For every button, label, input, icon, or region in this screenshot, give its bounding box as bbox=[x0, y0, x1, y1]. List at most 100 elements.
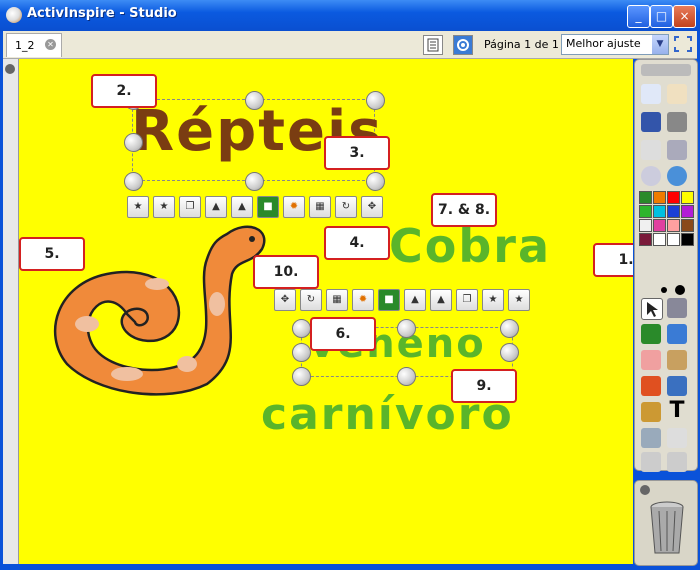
color-swatch[interactable] bbox=[667, 219, 680, 232]
undo-icon[interactable] bbox=[641, 452, 661, 472]
redo-icon[interactable] bbox=[667, 452, 687, 472]
resize-handle[interactable] bbox=[124, 172, 143, 191]
duplicate-button[interactable]: ❐ bbox=[456, 289, 478, 311]
resize-handle[interactable] bbox=[397, 367, 416, 386]
callout-2: 2. bbox=[91, 74, 157, 108]
move-icon[interactable]: ✥ bbox=[361, 196, 383, 218]
connector-icon[interactable] bbox=[667, 376, 687, 396]
color-swatch[interactable] bbox=[667, 233, 680, 246]
pen-size-selector[interactable] bbox=[640, 282, 692, 296]
resize-handle[interactable] bbox=[245, 172, 264, 191]
resize-handle[interactable] bbox=[292, 319, 311, 338]
panel-toggle-icon[interactable] bbox=[5, 64, 15, 74]
send-back-button[interactable]: ▲ bbox=[430, 289, 452, 311]
color-swatch[interactable] bbox=[653, 233, 666, 246]
web-icon[interactable] bbox=[667, 166, 687, 186]
resize-handle[interactable] bbox=[292, 343, 311, 362]
color-palette bbox=[639, 191, 695, 247]
zoom-select[interactable]: Melhor ajuste ▼ bbox=[561, 34, 669, 55]
resize-handle[interactable] bbox=[500, 319, 519, 338]
clapper-icon[interactable] bbox=[641, 402, 661, 422]
main-toolbox: T bbox=[634, 59, 698, 472]
flipchart-view-icon[interactable] bbox=[453, 35, 473, 55]
app-logo-icon bbox=[6, 7, 22, 23]
clear-icon[interactable] bbox=[641, 428, 661, 448]
shape-icon[interactable] bbox=[641, 376, 661, 396]
color-swatch[interactable] bbox=[639, 205, 652, 218]
tab-close-icon[interactable]: ✕ bbox=[45, 39, 56, 50]
color-swatch[interactable] bbox=[653, 205, 666, 218]
duplicate-button[interactable]: ❐ bbox=[179, 196, 201, 218]
star-dropdown-button[interactable]: ★ bbox=[508, 289, 530, 311]
pen-icon[interactable] bbox=[641, 324, 661, 344]
fill-icon[interactable] bbox=[667, 350, 687, 370]
gear-icon[interactable]: ✹ bbox=[283, 196, 305, 218]
bring-front-button[interactable]: ▲ bbox=[231, 196, 253, 218]
trash-panel bbox=[634, 480, 698, 566]
flipchart-canvas[interactable]: Répteis ★ ★ ❐ ▲ ▲ ■ ✹ ▦ ↻ ✥ Cobra ✥ ↻ ▦ … bbox=[19, 59, 633, 564]
left-side-panel[interactable] bbox=[3, 59, 19, 564]
resize-handle[interactable] bbox=[397, 319, 416, 338]
highlighter-icon[interactable] bbox=[667, 324, 687, 344]
object-edit-toolbar-2: ✥ ↻ ▦ ✹ ■ ▲ ▲ ❐ ★ ★ bbox=[274, 289, 544, 313]
callout-4: 4. bbox=[324, 226, 390, 260]
rotate-button[interactable]: ↻ bbox=[300, 289, 322, 311]
star-button[interactable]: ★ bbox=[153, 196, 175, 218]
browsers-icon[interactable] bbox=[667, 84, 687, 104]
color-swatch[interactable] bbox=[639, 191, 652, 204]
minimize-button[interactable]: _ bbox=[627, 5, 650, 28]
tools-icon[interactable] bbox=[667, 112, 687, 132]
object-edit-toolbar-1: ★ ★ ❐ ▲ ▲ ■ ✹ ▦ ↻ ✥ bbox=[127, 196, 389, 220]
color-swatch[interactable] bbox=[681, 233, 694, 246]
bring-front-button[interactable]: ▲ bbox=[404, 289, 426, 311]
rotate-button[interactable]: ↻ bbox=[335, 196, 357, 218]
grid-button[interactable]: ▦ bbox=[326, 289, 348, 311]
send-back-button[interactable]: ▲ bbox=[205, 196, 227, 218]
color-swatch[interactable] bbox=[681, 205, 694, 218]
callout-6: 6. bbox=[310, 317, 376, 351]
color-swatch[interactable] bbox=[667, 205, 680, 218]
star-button[interactable]: ★ bbox=[482, 289, 504, 311]
resize-handle[interactable] bbox=[245, 91, 264, 110]
layer-button[interactable]: ■ bbox=[257, 196, 279, 218]
gear-icon[interactable]: ✹ bbox=[352, 289, 374, 311]
eraser-icon[interactable] bbox=[641, 350, 661, 370]
move-icon[interactable]: ✥ bbox=[274, 289, 296, 311]
color-swatch[interactable] bbox=[653, 219, 666, 232]
resize-handle[interactable] bbox=[500, 343, 519, 362]
resize-handle[interactable] bbox=[292, 367, 311, 386]
star-dropdown-button[interactable]: ★ bbox=[127, 196, 149, 218]
color-swatch[interactable] bbox=[667, 191, 680, 204]
toolbox-header[interactable] bbox=[641, 64, 691, 76]
color-swatch[interactable] bbox=[639, 219, 652, 232]
color-swatch[interactable] bbox=[653, 191, 666, 204]
page-browser-icon[interactable] bbox=[423, 35, 443, 55]
callout-10: 10. bbox=[253, 255, 319, 289]
grid-button[interactable]: ▦ bbox=[309, 196, 331, 218]
tab-page[interactable]: 1_2 ✕ bbox=[6, 33, 62, 57]
tools-wrench-icon[interactable] bbox=[667, 298, 687, 318]
chevron-down-icon[interactable]: ▼ bbox=[652, 35, 668, 54]
resize-handle[interactable] bbox=[124, 133, 143, 152]
resize-handle[interactable] bbox=[366, 91, 385, 110]
resize-handle[interactable] bbox=[366, 172, 385, 191]
text-tool-icon[interactable]: T bbox=[667, 400, 687, 422]
callout-9: 9. bbox=[451, 369, 517, 403]
open-icon[interactable] bbox=[641, 140, 661, 160]
reset-page-icon[interactable] bbox=[667, 428, 687, 448]
print-icon[interactable] bbox=[667, 140, 687, 160]
color-swatch[interactable] bbox=[681, 219, 694, 232]
color-swatch[interactable] bbox=[639, 233, 652, 246]
fullscreen-icon[interactable] bbox=[673, 35, 693, 53]
trash-bin-icon[interactable] bbox=[649, 499, 685, 557]
pen-mode-icon[interactable] bbox=[641, 112, 661, 132]
layer-button[interactable]: ■ bbox=[378, 289, 400, 311]
flipchart-icon[interactable] bbox=[641, 84, 661, 104]
trash-close-icon[interactable] bbox=[640, 485, 650, 495]
play-icon[interactable] bbox=[641, 166, 661, 186]
color-swatch[interactable] bbox=[681, 191, 694, 204]
maximize-button[interactable]: □ bbox=[650, 5, 673, 28]
cobra-text[interactable]: Cobra bbox=[389, 219, 551, 273]
close-button[interactable]: × bbox=[673, 5, 696, 28]
select-cursor-icon[interactable] bbox=[641, 298, 663, 320]
